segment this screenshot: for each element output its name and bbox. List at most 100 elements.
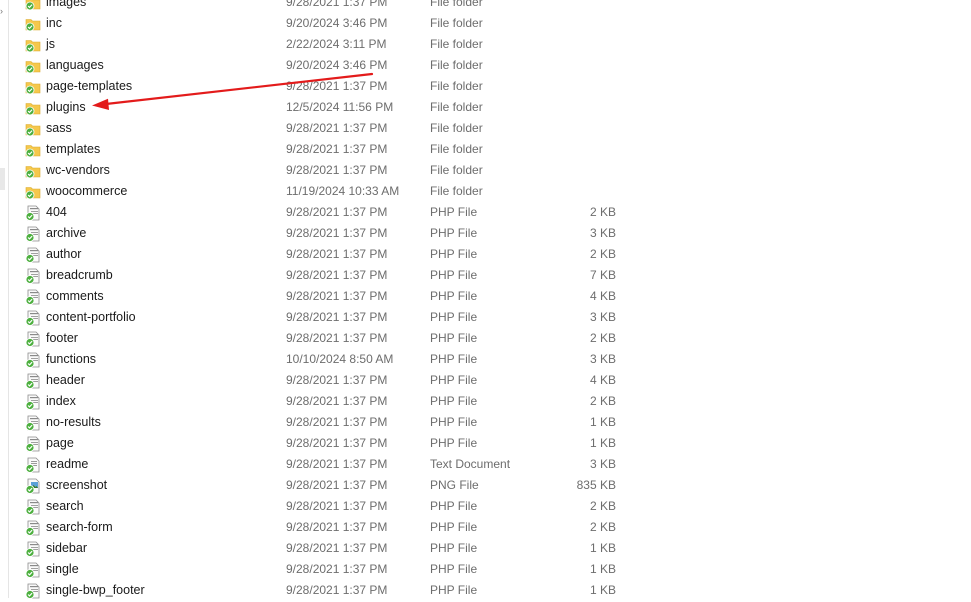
file-row[interactable]: breadcrumb 9/28/2021 1:37 PM PHP File 7 KB — [17, 265, 637, 286]
file-name: page-templates — [46, 79, 133, 93]
file-date-modified: 10/10/2024 8:50 AM — [286, 352, 394, 366]
file-date-modified: 9/28/2021 1:37 PM — [286, 583, 388, 597]
file-row[interactable]: single 9/28/2021 1:37 PM PHP File 1 KB — [17, 559, 637, 580]
file-row[interactable]: images 9/28/2021 1:37 PM File folder — [17, 0, 637, 13]
file-name: author — [46, 247, 82, 261]
php-file-icon — [25, 394, 41, 410]
file-row[interactable]: 404 9/28/2021 1:37 PM PHP File 2 KB — [17, 202, 637, 223]
file-row[interactable]: sass 9/28/2021 1:37 PM File folder — [17, 118, 637, 139]
file-size: 2 KB — [589, 394, 616, 408]
file-size: 2 KB — [589, 205, 616, 219]
file-date-modified: 9/28/2021 1:37 PM — [286, 331, 388, 345]
file-date-modified: 9/20/2024 3:46 PM — [286, 16, 388, 30]
php-file-icon — [25, 415, 41, 431]
file-date-modified: 9/28/2021 1:37 PM — [286, 436, 388, 450]
file-type: File folder — [430, 100, 483, 114]
file-row[interactable]: index 9/28/2021 1:37 PM PHP File 2 KB — [17, 391, 637, 412]
navigation-pane-edge: › — [0, 0, 9, 598]
php-file-icon — [25, 562, 41, 578]
file-date-modified: 9/28/2021 1:37 PM — [286, 268, 388, 282]
file-size: 835 KB — [576, 478, 616, 492]
file-row[interactable]: comments 9/28/2021 1:37 PM PHP File 4 KB — [17, 286, 637, 307]
file-row[interactable]: plugins 12/5/2024 11:56 PM File folder — [17, 97, 637, 118]
php-file-icon — [25, 268, 41, 284]
folder-icon — [25, 184, 41, 200]
file-type: PHP File — [430, 499, 478, 513]
file-date-modified: 9/28/2021 1:37 PM — [286, 457, 388, 471]
file-row[interactable]: screenshot 9/28/2021 1:37 PM PNG File 835 K… — [17, 475, 637, 496]
php-file-icon — [25, 520, 41, 536]
file-row[interactable]: no-results 9/28/2021 1:37 PM PHP File 1 KB — [17, 412, 637, 433]
file-date-modified: 9/28/2021 1:37 PM — [286, 499, 388, 513]
file-size: 1 KB — [589, 436, 616, 450]
file-type: File folder — [430, 16, 483, 30]
file-type: PHP File — [430, 562, 478, 576]
file-name: breadcrumb — [46, 268, 113, 282]
file-type: PHP File — [430, 583, 478, 597]
file-date-modified: 9/28/2021 1:37 PM — [286, 478, 388, 492]
file-type: File folder — [430, 0, 483, 9]
file-row[interactable]: footer 9/28/2021 1:37 PM PHP File 2 KB — [17, 328, 637, 349]
file-row[interactable]: content-portfolio 9/28/2021 1:37 PM PHP Fi… — [17, 307, 637, 328]
php-file-icon — [25, 247, 41, 263]
file-size: 3 KB — [589, 352, 616, 366]
file-row[interactable]: js 2/22/2024 3:11 PM File folder — [17, 34, 637, 55]
file-type: PHP File — [430, 352, 478, 366]
file-size: 4 KB — [589, 373, 616, 387]
folder-icon — [25, 0, 41, 11]
file-name: search-form — [46, 520, 113, 534]
file-size: 3 KB — [589, 310, 616, 324]
file-row[interactable]: languages 9/20/2024 3:46 PM File folder — [17, 55, 637, 76]
file-size: 2 KB — [589, 331, 616, 345]
file-date-modified: 9/28/2021 1:37 PM — [286, 289, 388, 303]
file-date-modified: 9/28/2021 1:37 PM — [286, 205, 388, 219]
php-file-icon — [25, 331, 41, 347]
file-name: templates — [46, 142, 101, 156]
file-row[interactable]: search-form 9/28/2021 1:37 PM PHP File 2 KB — [17, 517, 637, 538]
chevron-right-icon: › — [0, 6, 3, 16]
file-date-modified: 9/28/2021 1:37 PM — [286, 0, 388, 9]
file-name: js — [46, 37, 56, 51]
file-date-modified: 9/28/2021 1:37 PM — [286, 394, 388, 408]
file-name: 404 — [46, 205, 67, 219]
file-type: File folder — [430, 184, 483, 198]
file-type: PHP File — [430, 394, 478, 408]
file-row[interactable]: sidebar 9/28/2021 1:37 PM PHP File 1 KB — [17, 538, 637, 559]
file-size: 2 KB — [589, 499, 616, 513]
file-name: header — [46, 373, 85, 387]
file-name: wc-vendors — [46, 163, 110, 177]
php-file-icon — [25, 541, 41, 557]
file-row[interactable]: wc-vendors 9/28/2021 1:37 PM File folder — [17, 160, 637, 181]
file-date-modified: 9/28/2021 1:37 PM — [286, 415, 388, 429]
navigation-pane-selection — [0, 168, 5, 190]
file-row[interactable]: inc 9/20/2024 3:46 PM File folder — [17, 13, 637, 34]
file-name: footer — [46, 331, 78, 345]
file-date-modified: 9/28/2021 1:37 PM — [286, 520, 388, 534]
file-type: Text Document — [430, 457, 511, 471]
folder-icon — [25, 100, 41, 116]
folder-icon — [25, 16, 41, 32]
folder-icon — [25, 142, 41, 158]
file-row[interactable]: page 9/28/2021 1:37 PM PHP File 1 KB — [17, 433, 637, 454]
file-row[interactable]: readme 9/28/2021 1:37 PM Text Document 3 KB — [17, 454, 637, 475]
file-type: File folder — [430, 37, 483, 51]
file-name: woocommerce — [46, 184, 128, 198]
php-file-icon — [25, 310, 41, 326]
file-type: PHP File — [430, 415, 478, 429]
php-file-icon — [25, 373, 41, 389]
file-size: 1 KB — [589, 562, 616, 576]
file-type: File folder — [430, 163, 483, 177]
file-row[interactable]: page-templates 9/28/2021 1:37 PM File fold… — [17, 76, 637, 97]
file-row[interactable]: header 9/28/2021 1:37 PM PHP File 4 KB — [17, 370, 637, 391]
file-row[interactable]: woocommerce 11/19/2024 10:33 AM File folde… — [17, 181, 637, 202]
file-type: File folder — [430, 58, 483, 72]
file-row[interactable]: archive 9/28/2021 1:37 PM PHP File 3 KB — [17, 223, 637, 244]
file-row[interactable]: author 9/28/2021 1:37 PM PHP File 2 KB — [17, 244, 637, 265]
php-file-icon — [25, 205, 41, 221]
file-row[interactable]: search 9/28/2021 1:37 PM PHP File 2 KB — [17, 496, 637, 517]
php-file-icon — [25, 352, 41, 368]
file-row[interactable]: functions 10/10/2024 8:50 AM PHP File 3 KB — [17, 349, 637, 370]
file-row[interactable]: templates 9/28/2021 1:37 PM File folder — [17, 139, 637, 160]
file-name: archive — [46, 226, 87, 240]
file-date-modified: 2/22/2024 3:11 PM — [286, 37, 387, 51]
